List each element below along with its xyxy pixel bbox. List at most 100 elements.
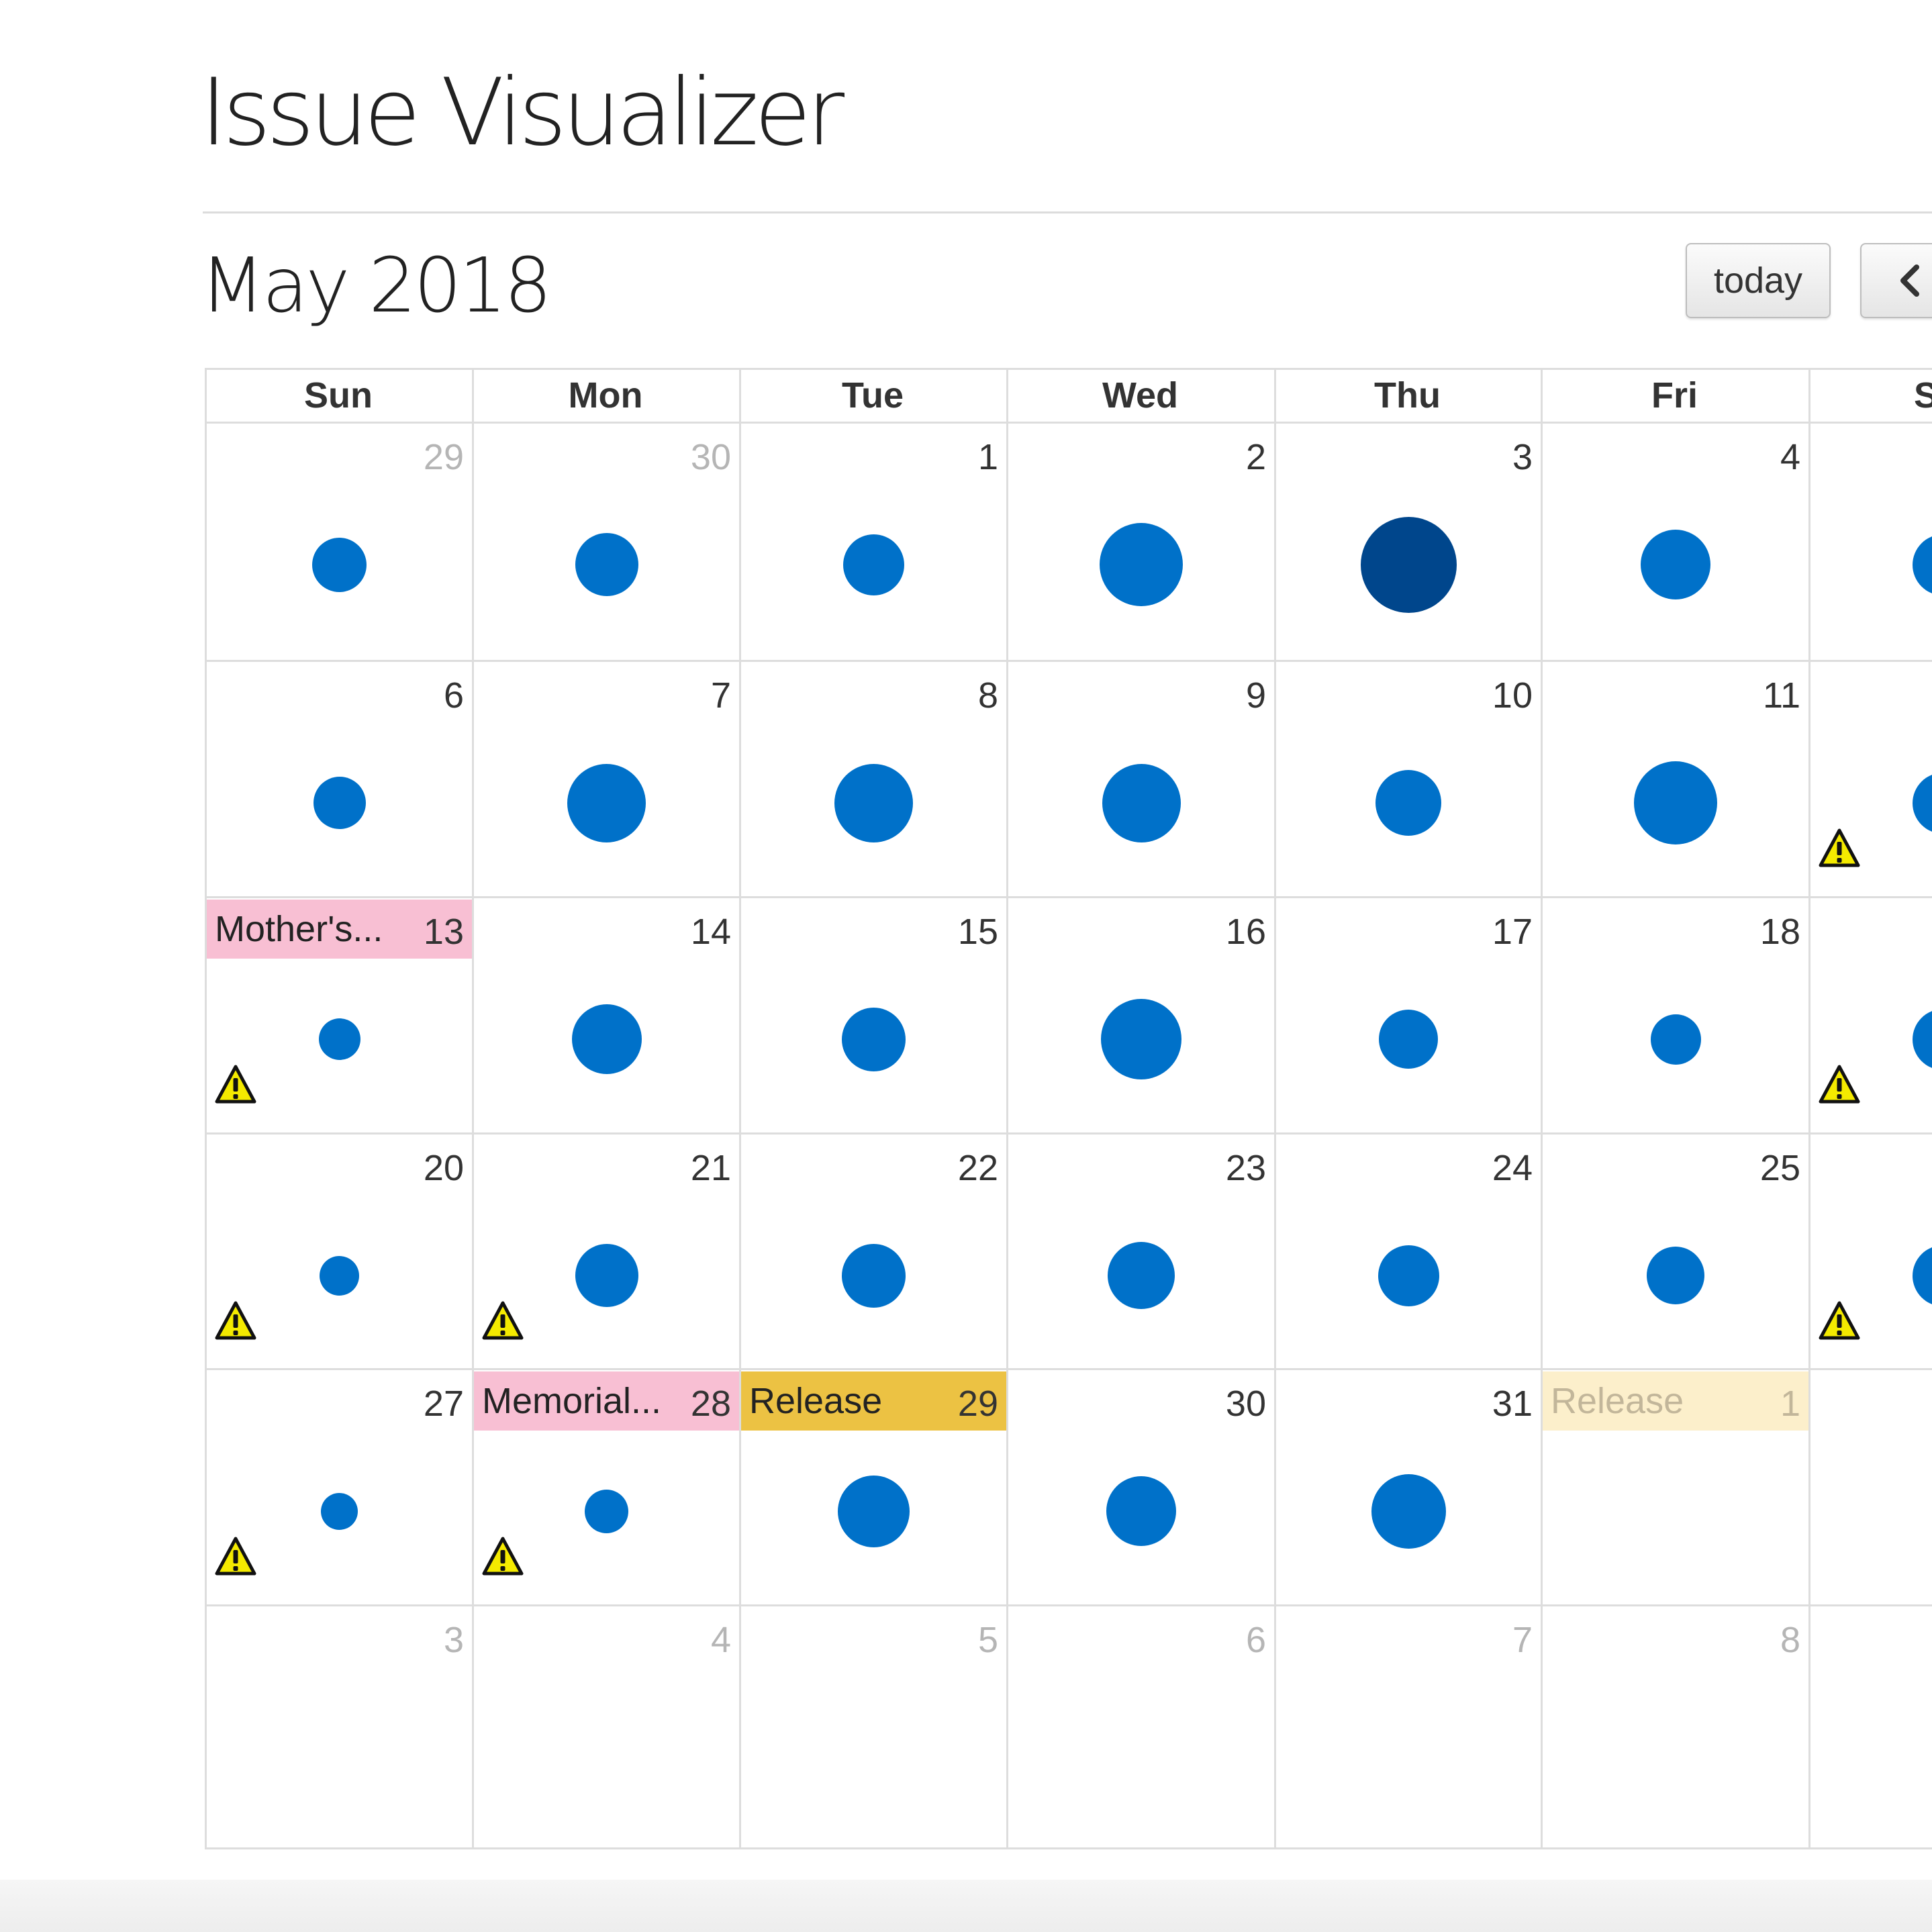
issue-count-bubble[interactable]	[567, 764, 646, 842]
issue-count-bubble[interactable]	[312, 538, 367, 592]
weekday-header-sun: Sun	[304, 375, 373, 416]
issue-count-bubble[interactable]	[575, 1244, 638, 1307]
day-cell[interactable]: 4	[474, 1606, 739, 1847]
day-cell[interactable]: 9	[1810, 1606, 1932, 1847]
issue-count-bubble[interactable]	[575, 533, 638, 596]
issue-count-bubble[interactable]	[320, 1256, 359, 1296]
issue-count-bubble[interactable]	[1375, 770, 1441, 836]
warning-icon[interactable]	[482, 1301, 524, 1340]
issue-count-bubble[interactable]	[1378, 1245, 1439, 1306]
issue-count-bubble[interactable]	[843, 534, 904, 595]
day-number: 7	[1512, 1620, 1533, 1660]
issue-count-bubble[interactable]	[1913, 534, 1932, 595]
day-number: 4	[1780, 437, 1800, 477]
day-number: 30	[1225, 1384, 1266, 1424]
day-cell[interactable]: 10	[1276, 662, 1541, 896]
day-cell[interactable]: 4	[1543, 424, 1808, 660]
day-cell[interactable]: 26	[1810, 1134, 1932, 1368]
day-cell[interactable]: 6	[1008, 1606, 1274, 1847]
day-cell[interactable]: 2	[1810, 1370, 1932, 1604]
day-cell[interactable]: 29	[207, 424, 472, 660]
day-cell[interactable]: 27	[207, 1370, 472, 1604]
weekday-header-thu: Thu	[1374, 375, 1441, 416]
issue-count-bubble[interactable]	[585, 1490, 628, 1533]
issue-count-bubble[interactable]	[313, 777, 366, 829]
warning-icon[interactable]	[215, 1537, 256, 1576]
day-cell[interactable]: 5	[1810, 424, 1932, 660]
day-cell[interactable]: 31	[1276, 1370, 1541, 1604]
issue-count-bubble[interactable]	[1634, 761, 1717, 844]
day-cell[interactable]: 16	[1008, 898, 1274, 1132]
issue-count-bubble[interactable]	[834, 764, 913, 842]
day-cell[interactable]: 7	[474, 662, 739, 896]
day-cell[interactable]: 6	[207, 662, 472, 896]
day-number: 17	[1492, 912, 1533, 952]
day-number: 1	[1780, 1384, 1800, 1424]
issue-count-bubble[interactable]	[1641, 530, 1710, 599]
issue-count-bubble[interactable]	[1913, 773, 1932, 834]
day-cell[interactable]: 17	[1276, 898, 1541, 1132]
issue-count-bubble[interactable]	[842, 1244, 906, 1308]
day-cell[interactable]: 7	[1276, 1606, 1541, 1847]
day-cell[interactable]: 21	[474, 1134, 739, 1368]
issue-count-bubble[interactable]	[1651, 1014, 1701, 1065]
warning-icon[interactable]	[1819, 1301, 1860, 1340]
event-release-faded[interactable]: Release	[1543, 1371, 1808, 1431]
today-button[interactable]: today	[1686, 243, 1831, 318]
warning-icon[interactable]	[1819, 1065, 1860, 1104]
issue-count-bubble[interactable]	[1913, 1245, 1932, 1306]
issue-count-bubble[interactable]	[1108, 1242, 1175, 1309]
day-number: 31	[1492, 1384, 1533, 1424]
day-cell[interactable]: 20	[207, 1134, 472, 1368]
day-cell[interactable]: 2	[1008, 424, 1274, 660]
warning-icon[interactable]	[1819, 828, 1860, 867]
issue-count-bubble[interactable]	[321, 1493, 358, 1530]
day-cell[interactable]: 23	[1008, 1134, 1274, 1368]
day-cell[interactable]: 8	[1543, 1606, 1808, 1847]
day-cell[interactable]: 14	[474, 898, 739, 1132]
day-cell[interactable]: 19	[1810, 898, 1932, 1132]
issue-count-bubble[interactable]	[1913, 1009, 1932, 1070]
day-cell[interactable]: 15	[741, 898, 1006, 1132]
issue-count-bubble[interactable]	[1101, 999, 1181, 1079]
day-cell[interactable]: 22	[741, 1134, 1006, 1368]
day-number: 3	[443, 1620, 464, 1660]
weekday-header-mon: Mon	[568, 375, 643, 416]
day-cell[interactable]: 12	[1810, 662, 1932, 896]
day-cell[interactable]: Release 29	[741, 1370, 1006, 1604]
warning-icon[interactable]	[215, 1301, 256, 1340]
issue-count-bubble[interactable]	[1361, 517, 1457, 613]
day-cell[interactable]: 30	[474, 424, 739, 660]
weekday-header-wed: Wed	[1102, 375, 1178, 416]
day-cell[interactable]: 25	[1543, 1134, 1808, 1368]
day-number: 5	[977, 1620, 998, 1660]
day-cell[interactable]: Mother's... 13	[207, 898, 472, 1132]
day-cell[interactable]: 1	[741, 424, 1006, 660]
warning-icon[interactable]	[215, 1065, 256, 1104]
issue-count-bubble[interactable]	[1379, 1010, 1438, 1069]
issue-count-bubble[interactable]	[1102, 764, 1181, 842]
prev-month-button[interactable]	[1860, 243, 1932, 318]
issue-count-bubble[interactable]	[838, 1476, 910, 1547]
day-number: 13	[423, 912, 464, 952]
day-cell[interactable]: 24	[1276, 1134, 1541, 1368]
weekday-header-sat: Sat	[1913, 375, 1932, 416]
warning-icon[interactable]	[482, 1537, 524, 1576]
day-cell[interactable]: 18	[1543, 898, 1808, 1132]
day-cell[interactable]: Memorial... 28	[474, 1370, 739, 1604]
issue-count-bubble[interactable]	[1100, 523, 1183, 606]
day-cell[interactable]: 9	[1008, 662, 1274, 896]
issue-count-bubble[interactable]	[1647, 1247, 1704, 1304]
day-cell[interactable]: Release 1	[1543, 1370, 1808, 1604]
day-cell[interactable]: 30	[1008, 1370, 1274, 1604]
issue-count-bubble[interactable]	[572, 1004, 642, 1074]
day-cell[interactable]: 11	[1543, 662, 1808, 896]
day-cell[interactable]: 8	[741, 662, 1006, 896]
day-cell[interactable]: 3	[207, 1606, 472, 1847]
issue-count-bubble[interactable]	[1106, 1476, 1176, 1546]
issue-count-bubble[interactable]	[1371, 1474, 1446, 1549]
day-cell[interactable]: 3	[1276, 424, 1541, 660]
day-cell[interactable]: 5	[741, 1606, 1006, 1847]
issue-count-bubble[interactable]	[319, 1018, 360, 1060]
issue-count-bubble[interactable]	[842, 1008, 906, 1071]
